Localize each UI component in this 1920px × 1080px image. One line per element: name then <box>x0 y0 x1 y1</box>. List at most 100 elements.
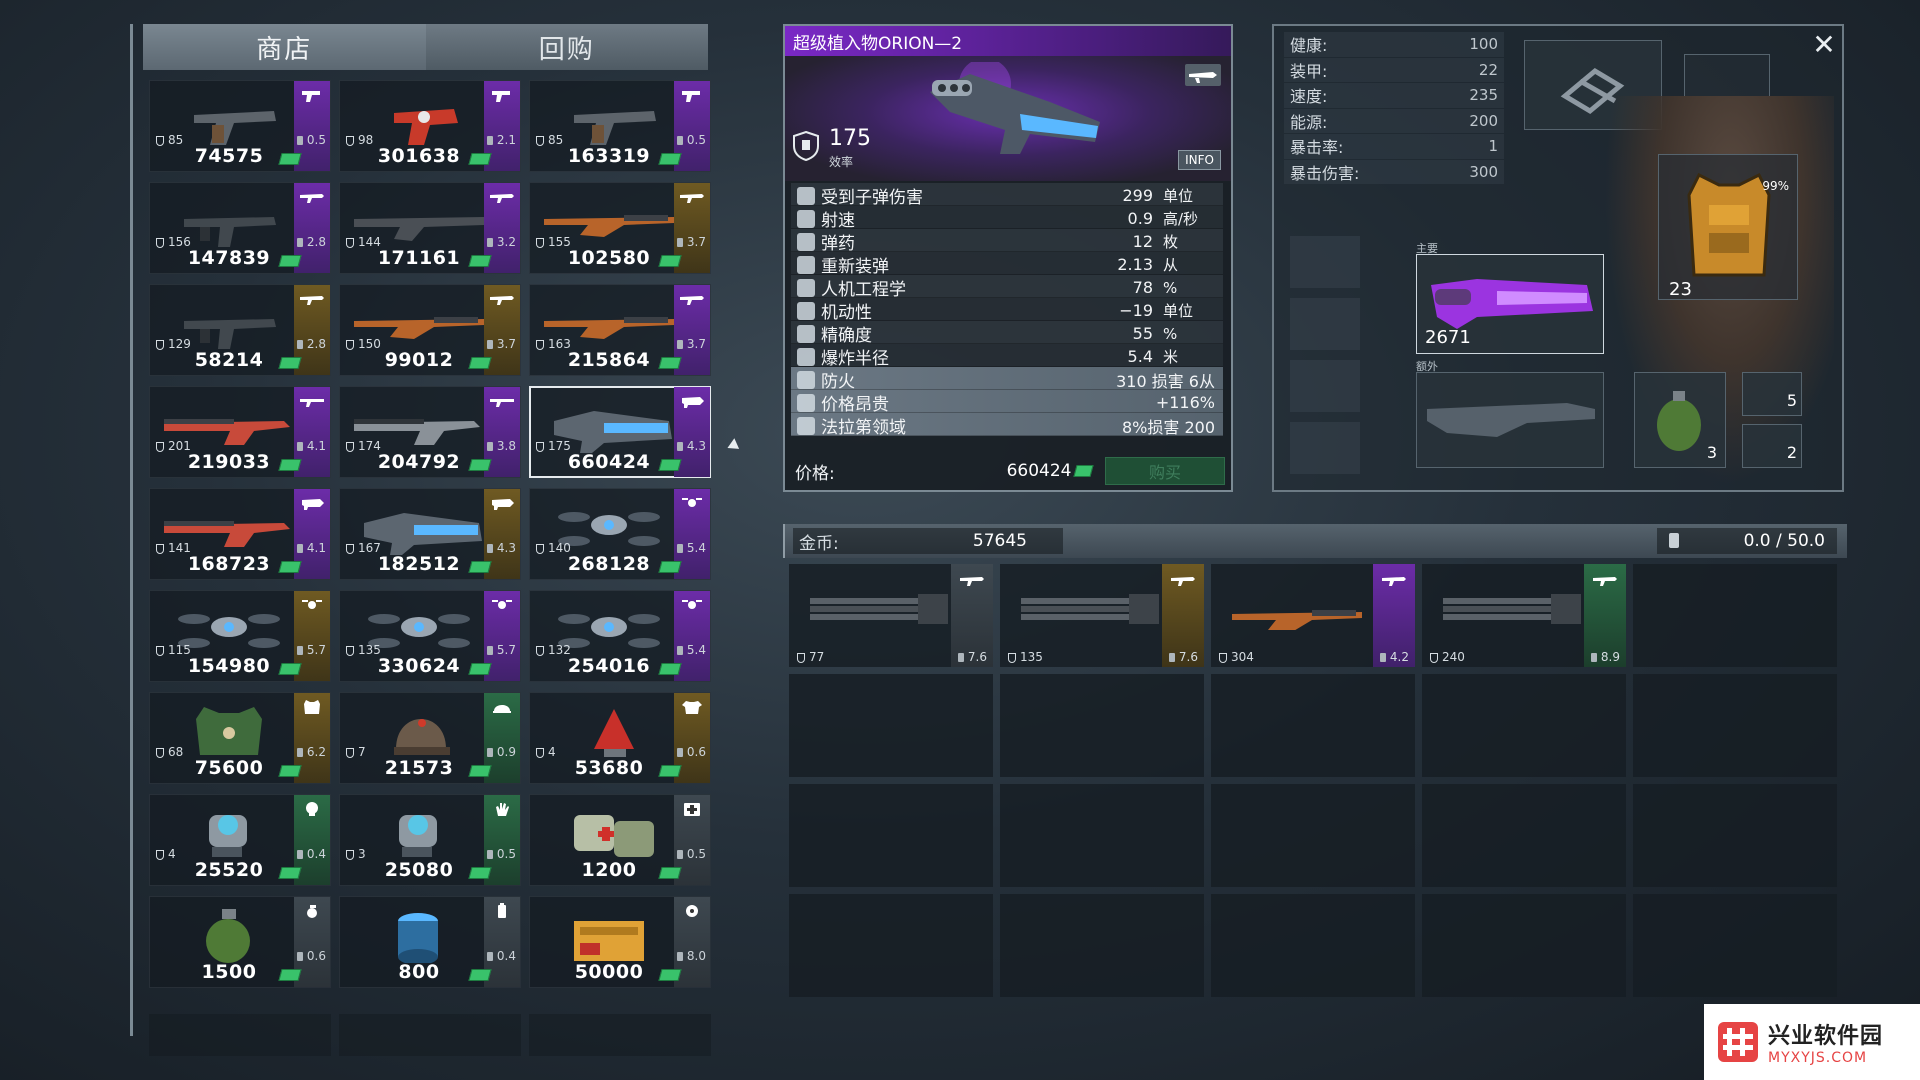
shield-icon <box>536 747 544 758</box>
price-value: 660424 <box>1006 461 1072 481</box>
shop-item[interactable]: 3 0.5 25080 <box>339 794 521 886</box>
inventory-empty-slot[interactable] <box>1422 894 1626 997</box>
shop-item[interactable]: 129 2.8 58214 <box>149 284 331 376</box>
buy-button[interactable]: 购买 <box>1104 457 1225 485</box>
shop-item[interactable]: 0.5 1200 <box>529 794 711 886</box>
tab-shop[interactable]: 商店 <box>143 24 426 70</box>
shop-item[interactable]: 150 3.7 99012 <box>339 284 521 376</box>
character-stat-label: 能源: <box>1290 112 1328 132</box>
inventory-empty-slot[interactable] <box>1633 894 1837 997</box>
ability-slot-4[interactable] <box>1290 422 1360 474</box>
cash-icon <box>658 357 682 369</box>
shop-item[interactable]: 0.6 1500 <box>149 896 331 988</box>
shop-item[interactable]: 115 5.7 154980 <box>149 590 331 682</box>
medkit-slot[interactable]: 5 <box>1742 372 1802 416</box>
stat-label: 机动性 <box>821 303 872 323</box>
shop-item[interactable]: 98 2.1 301638 <box>339 80 521 172</box>
weight-icon <box>676 442 683 451</box>
rifle-icon <box>490 194 514 203</box>
inventory-empty-slot[interactable] <box>1211 894 1415 997</box>
info-button[interactable]: INFO <box>1178 150 1221 170</box>
primary-weapon-slot[interactable]: 2671 <box>1416 254 1604 354</box>
shield-icon <box>793 131 819 161</box>
weight-icon <box>296 136 303 145</box>
shop-item[interactable]: 68 6.2 75600 <box>149 692 331 784</box>
inventory-item[interactable]: 304 4.2 <box>1211 564 1415 667</box>
watermark-en: MYXYJS.COM <box>1768 1050 1868 1066</box>
battery-slot[interactable]: 2 <box>1742 424 1802 468</box>
shop-item[interactable]: 4 0.4 25520 <box>149 794 331 886</box>
ability-slot-1[interactable] <box>1290 236 1360 288</box>
ability-slot-2[interactable] <box>1290 298 1360 350</box>
weight-icon <box>486 748 493 757</box>
item-weight: 8.9 <box>1590 650 1620 664</box>
cash-icon <box>278 867 302 879</box>
inventory-empty-slot[interactable] <box>1633 784 1837 887</box>
inventory-empty-slot[interactable] <box>1000 784 1204 887</box>
cash-icon <box>658 663 682 675</box>
shop-item[interactable]: 4 0.6 53680 <box>529 692 711 784</box>
stat-icon <box>797 301 815 320</box>
cash-icon <box>278 255 302 267</box>
heavy-icon <box>492 499 514 510</box>
rifle-icon <box>1593 577 1617 586</box>
shop-item[interactable]: 163 3.7 215864 <box>529 284 711 376</box>
stat-icon <box>797 232 815 251</box>
stat-icon <box>797 416 815 435</box>
shop-item[interactable]: 132 5.4 254016 <box>529 590 711 682</box>
inventory-empty-slot[interactable] <box>1000 674 1204 777</box>
stat-icon <box>797 347 815 366</box>
drone-icon <box>682 498 702 507</box>
shop-item[interactable]: 85 0.5 163319 <box>529 80 711 172</box>
grenade-slot[interactable]: 3 <box>1634 372 1726 468</box>
inventory-empty-slot[interactable] <box>789 674 993 777</box>
shop-item[interactable]: 135 5.7 330624 <box>339 590 521 682</box>
inventory-item[interactable]: 240 8.9 <box>1422 564 1626 667</box>
shop-item[interactable]: 174 3.8 204792 <box>339 386 521 478</box>
shop-item[interactable]: 140 5.4 268128 <box>529 488 711 580</box>
weight-icon <box>676 952 683 961</box>
stat-icon <box>797 255 815 274</box>
inventory-empty-slot[interactable] <box>789 894 993 997</box>
inventory-empty-slot[interactable] <box>1422 674 1626 777</box>
shop-item[interactable]: 175 4.3 660424 <box>529 386 711 478</box>
gear-icon <box>686 905 698 917</box>
shield-icon <box>1008 652 1016 663</box>
armor-slot[interactable]: 99% 23 <box>1658 154 1798 300</box>
character-stat-label: 健康: <box>1290 36 1328 56</box>
inventory-empty-slot[interactable] <box>1211 784 1415 887</box>
watermark: 兴业软件园 MYXYJS.COM <box>1704 1004 1920 1080</box>
weight-icon <box>296 544 303 553</box>
inventory-empty-slot[interactable] <box>1211 674 1415 777</box>
shield-icon <box>536 441 544 452</box>
inventory-empty-slot[interactable] <box>1633 564 1837 667</box>
special-stat-row: 防火 310 损害 6从 <box>791 367 1223 392</box>
close-button[interactable]: ✕ <box>1810 31 1838 60</box>
inventory-item[interactable]: 135 7.6 <box>1000 564 1204 667</box>
weight-icon <box>676 850 683 859</box>
character-panel: 健康: 100 装甲: 22 速度: 235 能源: 200 暴击率: 1 暴击伤害: 300 ✕ 9… <box>1272 24 1844 492</box>
inventory-empty-slot[interactable] <box>1000 894 1204 997</box>
shop-item[interactable]: 85 0.5 74575 <box>149 80 331 172</box>
shop-item[interactable]: 7 0.9 21573 <box>339 692 521 784</box>
shop-item[interactable]: 144 3.2 171161 <box>339 182 521 274</box>
shop-item[interactable]: 167 4.3 182512 <box>339 488 521 580</box>
inventory-item[interactable]: 77 7.6 <box>789 564 993 667</box>
item-image <box>1021 594 1159 624</box>
secondary-weapon-slot[interactable] <box>1416 372 1604 468</box>
shop-item[interactable]: 155 3.7 102580 <box>529 182 711 274</box>
inventory-empty-slot[interactable] <box>1422 784 1626 887</box>
cash-icon <box>658 561 682 573</box>
cash-icon <box>468 153 492 165</box>
shop-item[interactable]: 8.0 50000 <box>529 896 711 988</box>
item-image <box>1443 594 1581 624</box>
stat-unit: 米 <box>1163 348 1179 366</box>
ability-slot-3[interactable] <box>1290 360 1360 412</box>
shop-item[interactable]: 156 2.8 147839 <box>149 182 331 274</box>
tab-buyback[interactable]: 回购 <box>425 24 708 70</box>
shop-item[interactable]: 141 4.1 168723 <box>149 488 331 580</box>
shop-item[interactable]: 0.4 800 <box>339 896 521 988</box>
inventory-empty-slot[interactable] <box>789 784 993 887</box>
shop-item[interactable]: 201 4.1 219033 <box>149 386 331 478</box>
inventory-empty-slot[interactable] <box>1633 674 1837 777</box>
